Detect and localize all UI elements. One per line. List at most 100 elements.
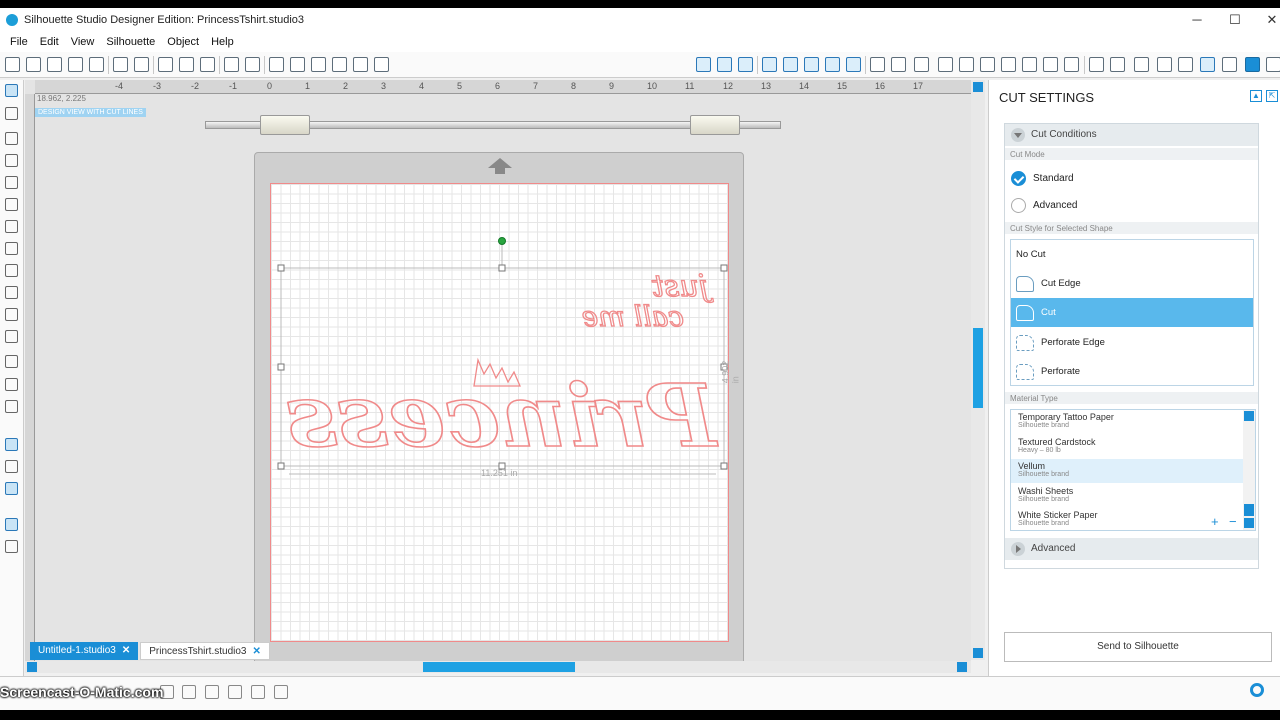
weld-icon[interactable] [251, 685, 265, 699]
radio-unchecked-icon[interactable] [1011, 198, 1026, 213]
knife-tool-icon[interactable] [5, 400, 18, 413]
menu-edit[interactable]: Edit [34, 36, 65, 48]
sketch-icon[interactable] [825, 57, 840, 72]
scroll-thumb[interactable] [1244, 504, 1254, 516]
copy-icon[interactable] [158, 57, 173, 72]
knife-icon[interactable] [274, 685, 288, 699]
mode-standard-option[interactable]: Standard [1011, 171, 1074, 186]
trace-icon[interactable] [1089, 57, 1104, 72]
ungroup-icon[interactable] [182, 685, 196, 699]
polygon-tool-icon[interactable] [5, 154, 18, 167]
tab-untitled[interactable]: Untitled-1.studio3 ✕ [30, 642, 139, 660]
modify-icon[interactable] [1043, 57, 1058, 72]
smooth-freehand-icon[interactable] [5, 286, 18, 299]
tab-princess-tshirt[interactable]: PrincessTshirt.studio3 ✕ [140, 642, 270, 660]
style-no-cut[interactable]: No Cut [1011, 240, 1253, 269]
print-icon[interactable] [113, 57, 128, 72]
scroll-right-icon[interactable] [957, 662, 967, 672]
freehand-tool-icon[interactable] [5, 264, 18, 277]
open-icon[interactable] [26, 57, 41, 72]
material-scrollbar[interactable] [1243, 410, 1255, 530]
pan-hand-icon[interactable] [269, 57, 284, 72]
shear-icon[interactable] [1001, 57, 1016, 72]
align-icon[interactable] [870, 57, 885, 72]
material-item[interactable]: White Sticker Paper Silhouette brand [1011, 508, 1243, 530]
print-cut-icon[interactable] [134, 57, 149, 72]
close-tab-icon[interactable]: ✕ [122, 645, 130, 656]
rhinestone-icon[interactable] [846, 57, 861, 72]
add-material-button[interactable]: + [1211, 514, 1219, 529]
cut-area[interactable]: just call me Princess 11.251 in 4.902 in [270, 183, 740, 643]
edit-points-icon[interactable] [5, 107, 18, 120]
layers-icon[interactable] [5, 438, 18, 451]
maximize-button[interactable]: ☐ [1215, 8, 1255, 32]
resize-handle[interactable] [720, 264, 728, 272]
advanced-header[interactable]: Advanced [1005, 538, 1258, 560]
fit-to-page-icon[interactable] [374, 57, 389, 72]
media-icon[interactable] [5, 460, 18, 473]
send-settings-icon[interactable] [1222, 57, 1237, 72]
fill-pattern-icon[interactable] [738, 57, 753, 72]
design-canvas[interactable]: -4 -3 -2 -1 0 1 2 3 4 5 6 7 8 9 10 11 12… [25, 80, 971, 666]
new-page-icon[interactable] [47, 57, 62, 72]
menu-view[interactable]: View [65, 36, 101, 48]
fill-color-icon[interactable] [696, 57, 711, 72]
silhouette-connect-icon[interactable] [5, 482, 18, 495]
curve-tool-icon[interactable] [5, 220, 18, 233]
bezier-tool-icon[interactable] [5, 308, 18, 321]
offset-icon[interactable] [1064, 57, 1079, 72]
page-setup-icon[interactable] [1157, 57, 1172, 72]
arc-tool-icon[interactable] [5, 242, 18, 255]
registration-icon[interactable] [1200, 57, 1215, 72]
horizontal-scrollbar[interactable] [25, 661, 971, 673]
paste-icon[interactable] [179, 57, 194, 72]
design-store-icon[interactable] [1110, 57, 1125, 72]
rotate-icon[interactable] [959, 57, 974, 72]
undo-icon[interactable] [224, 57, 239, 72]
material-item[interactable]: Washi Sheets Silhouette brand [1011, 484, 1243, 508]
material-item-highlighted[interactable]: Vellum Silhouette brand [1011, 459, 1243, 483]
material-list[interactable]: Temporary Tattoo Paper Silhouette brand … [1010, 409, 1256, 531]
remove-material-button[interactable]: − [1229, 514, 1237, 529]
transform-icon[interactable] [938, 57, 953, 72]
save-as-icon[interactable] [89, 57, 104, 72]
new-icon[interactable] [5, 57, 20, 72]
cut-scissors-icon[interactable] [200, 57, 215, 72]
resize-handle[interactable] [277, 363, 285, 371]
shape-tool-icon[interactable] [5, 330, 18, 343]
eraser-tool-icon[interactable] [5, 378, 18, 391]
line-tool-icon[interactable] [5, 132, 18, 145]
grid-icon[interactable] [1178, 57, 1193, 72]
vertical-scrollbar[interactable] [971, 80, 985, 660]
scroll-down-icon[interactable] [1244, 518, 1254, 528]
zoom-in-icon[interactable] [290, 57, 305, 72]
scroll-up-icon[interactable] [973, 82, 983, 92]
princess-design[interactable]: just call me Princess [271, 184, 730, 643]
text-tool-icon[interactable] [5, 355, 18, 368]
rotate-handle[interactable] [498, 237, 506, 245]
drag-zoom-icon[interactable] [353, 57, 368, 72]
text-style-icon[interactable] [914, 57, 929, 72]
save-icon[interactable] [68, 57, 83, 72]
radio-checked-icon[interactable] [1011, 171, 1026, 186]
release-compound-icon[interactable] [228, 685, 242, 699]
menu-help[interactable]: Help [205, 36, 240, 48]
menu-object[interactable]: Object [161, 36, 205, 48]
scroll-left-icon[interactable] [27, 662, 37, 672]
menu-file[interactable]: File [4, 36, 34, 48]
gradient-icon[interactable] [717, 57, 732, 72]
close-tab-icon[interactable]: ✕ [252, 646, 260, 657]
scroll-up-icon[interactable] [1244, 411, 1254, 421]
ellipse-tool-icon[interactable] [5, 198, 18, 211]
panel-collapse-icon[interactable]: ▲ [1250, 90, 1262, 102]
scroll-down-icon[interactable] [973, 648, 983, 658]
panel-view-icon[interactable] [5, 540, 18, 553]
resize-handle[interactable] [498, 264, 506, 272]
vertical-scroll-thumb[interactable] [973, 328, 983, 408]
resize-handle[interactable] [720, 462, 728, 470]
replicate-icon[interactable] [891, 57, 906, 72]
material-item[interactable]: Temporary Tattoo Paper Silhouette brand [1011, 410, 1243, 434]
horizontal-scroll-thumb[interactable] [423, 662, 575, 672]
material-item[interactable]: Textured Cardstock Heavy – 80 lb [1011, 435, 1243, 459]
minimize-button[interactable]: ─ [1177, 8, 1217, 32]
